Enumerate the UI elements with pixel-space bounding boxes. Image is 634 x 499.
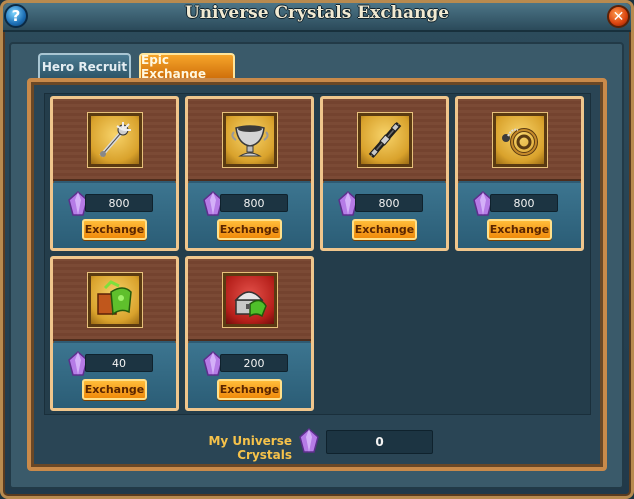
tab-hero-recruit[interactable]: Hero Recruit (38, 53, 131, 78)
universe-crystal-icon (299, 428, 319, 453)
item-price: 40 (85, 354, 153, 372)
exchange-button[interactable]: Exchange (82, 219, 147, 240)
item-price: 800 (220, 194, 288, 212)
exchange-button[interactable]: Exchange (352, 219, 417, 240)
spiked-mace-icon[interactable] (88, 113, 142, 167)
silver-chalice-icon[interactable] (223, 113, 277, 167)
tab-epic-exchange[interactable]: Epic Exchange (139, 53, 235, 81)
treasure-chest-icon[interactable] (223, 273, 277, 327)
close-button[interactable]: ✕ (607, 5, 630, 28)
help-button[interactable]: ? (4, 4, 28, 28)
item-price: 800 (355, 194, 423, 212)
exchange-card: 800 Exchange (185, 96, 314, 251)
my-crystals-label: My Universe Crystals (208, 434, 292, 462)
exchange-card: 800 Exchange (320, 96, 449, 251)
window-title: Universe Crystals Exchange (184, 3, 450, 23)
exchange-button[interactable]: Exchange (487, 219, 552, 240)
item-price: 200 (220, 354, 288, 372)
green-book-icon[interactable] (88, 273, 142, 327)
my-crystals-value: 0 (326, 430, 433, 454)
exchange-card: 800 Exchange (50, 96, 179, 251)
exchange-button[interactable]: Exchange (82, 379, 147, 400)
item-price: 800 (490, 194, 558, 212)
exchange-card: 200 Exchange (185, 256, 314, 411)
dark-staff-icon[interactable] (358, 113, 412, 167)
item-price: 800 (85, 194, 153, 212)
exchange-card: 800 Exchange (455, 96, 584, 251)
exchange-card: 40 Exchange (50, 256, 179, 411)
chain-whip-icon[interactable] (493, 113, 547, 167)
exchange-button[interactable]: Exchange (217, 219, 282, 240)
exchange-button[interactable]: Exchange (217, 379, 282, 400)
